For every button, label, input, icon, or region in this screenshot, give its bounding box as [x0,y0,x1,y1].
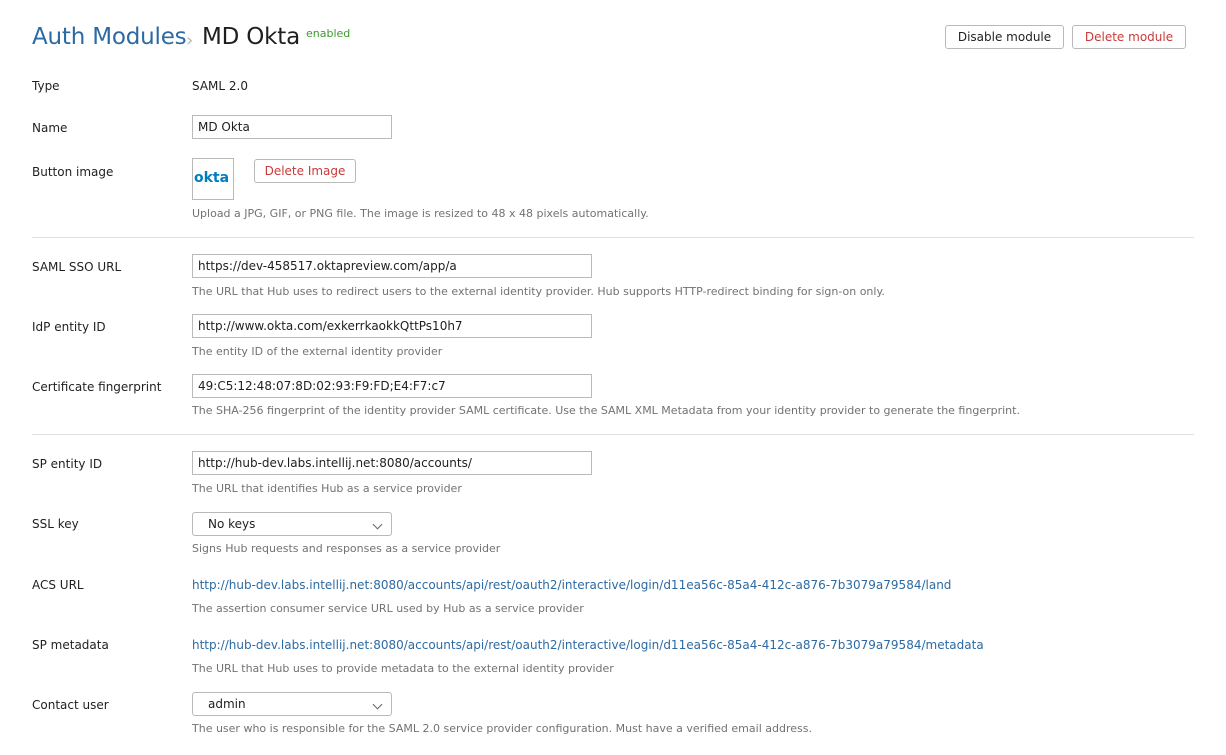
button-image-label: Button image [32,165,114,179]
acs-url-label: ACS URL [32,578,84,592]
sp-metadata-label: SP metadata [32,638,109,652]
delete-module-button[interactable]: Delete module [1072,25,1186,49]
sp-metadata-link[interactable]: http://hub-dev.labs.intellij.net:8080/ac… [192,638,984,652]
chevron-down-icon [372,519,383,530]
button-image-preview[interactable]: okta [192,158,234,200]
saml-sso-url-input[interactable] [192,254,592,278]
name-label: Name [32,121,68,135]
sp-entity-id-hint: The URL that identifies Hub as a service… [192,482,462,495]
delete-image-button[interactable]: Delete Image [254,159,356,183]
section-divider [32,237,1194,238]
idp-entity-id-hint: The entity ID of the external identity p… [192,345,443,358]
cert-fingerprint-input[interactable] [192,374,592,398]
name-input[interactable] [192,115,392,139]
breadcrumb-auth-modules[interactable]: Auth Modules [32,24,187,50]
disable-module-button[interactable]: Disable module [945,25,1064,49]
ssl-key-hint: Signs Hub requests and responses as a se… [192,542,501,555]
section-divider [32,434,1194,435]
saml-sso-url-hint: The URL that Hub uses to redirect users … [192,285,885,298]
idp-entity-id-label: IdP entity ID [32,320,106,334]
button-image-hint: Upload a JPG, GIF, or PNG file. The imag… [192,207,649,220]
ssl-key-label: SSL key [32,517,79,531]
breadcrumb-separator: › [186,30,194,51]
status-badge: enabled [306,27,351,40]
cert-fingerprint-hint: The SHA-256 fingerprint of the identity … [192,404,1020,417]
acs-url-hint: The assertion consumer service URL used … [192,602,584,615]
ssl-key-selected-value: No keys [208,517,256,531]
contact-user-selected-value: admin [208,697,246,711]
sp-entity-id-input[interactable] [192,451,592,475]
cert-fingerprint-label: Certificate fingerprint [32,380,162,394]
okta-logo: okta [194,170,229,186]
type-label: Type [32,79,60,93]
okta-logo-text: okta [194,170,229,186]
saml-sso-url-label: SAML SSO URL [32,260,122,274]
acs-url-link[interactable]: http://hub-dev.labs.intellij.net:8080/ac… [192,578,951,592]
contact-user-select[interactable]: admin [192,692,392,716]
sp-entity-id-label: SP entity ID [32,457,103,471]
page-title: MD Okta [202,24,301,50]
sp-metadata-hint: The URL that Hub uses to provide metadat… [192,662,614,675]
type-value: SAML 2.0 [192,79,248,93]
contact-user-hint: The user who is responsible for the SAML… [192,722,812,735]
contact-user-label: Contact user [32,698,109,712]
idp-entity-id-input[interactable] [192,314,592,338]
ssl-key-select[interactable]: No keys [192,512,392,536]
chevron-down-icon [372,699,383,710]
